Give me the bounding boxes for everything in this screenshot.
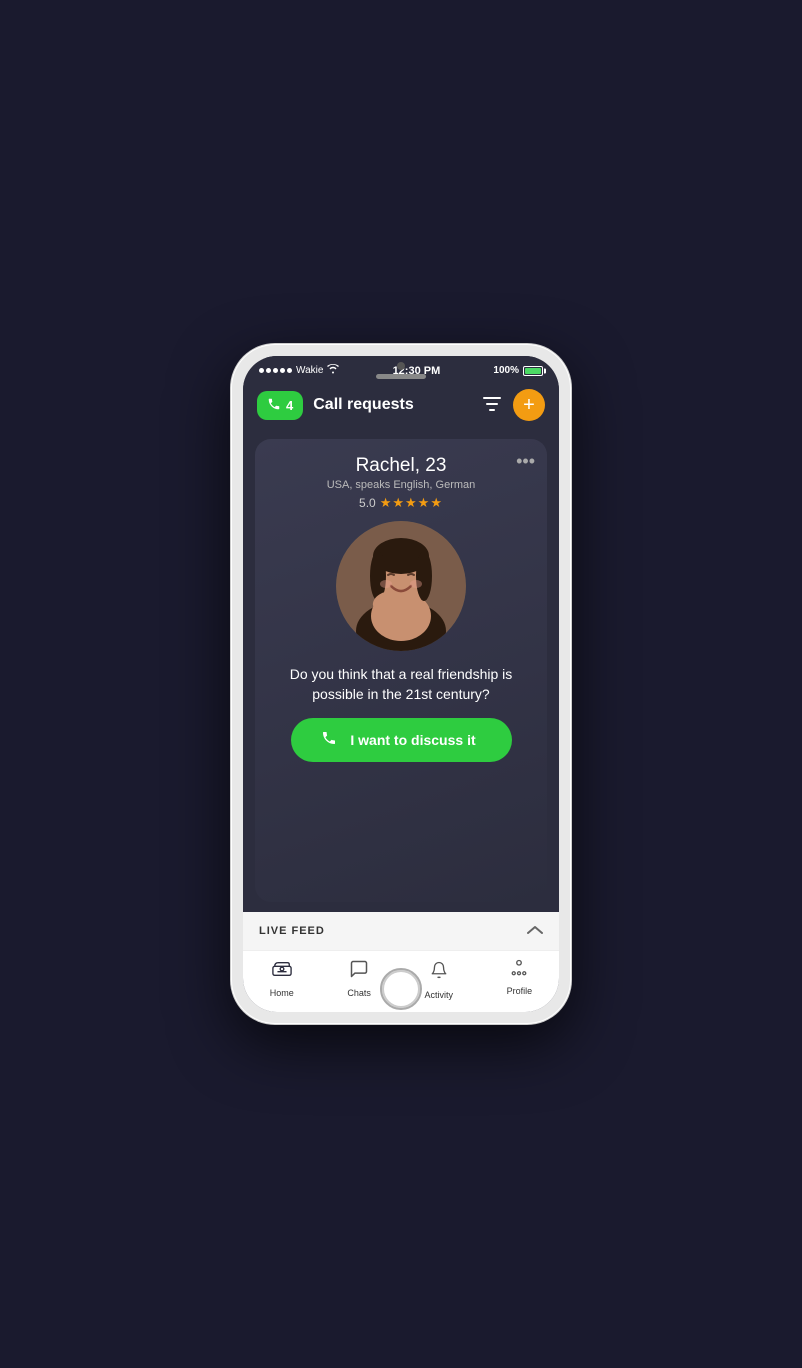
nav-chats[interactable]: Chats [347,959,371,1000]
add-button[interactable]: + [513,389,545,421]
nav-home[interactable]: Home [270,959,294,1000]
profile-rating: 5.0 ★★★★★ [359,495,443,511]
home-icon [271,959,293,985]
home-button[interactable] [380,968,422,1010]
profile-card: ••• Rachel, 23 USA, speaks English, Germ… [255,439,547,902]
nav-activity[interactable]: Activity [425,959,454,1000]
status-left: Wakie [259,364,339,377]
profile-avatar [336,521,466,651]
battery-icon [523,366,543,376]
profile-meta: USA, speaks English, German [327,479,476,491]
profile-icon [510,959,528,983]
filter-icon[interactable] [483,395,501,416]
nav-profile[interactable]: Profile [507,959,533,1000]
call-badge[interactable]: 4 [257,391,303,420]
live-feed-bar[interactable]: LIVE FEED [243,912,559,950]
profile-name: Rachel, 23 [356,455,447,476]
call-icon [321,730,337,750]
phone-screen: Wakie 12:30 PM 100% [243,356,559,1012]
badge-count: 4 [286,398,293,413]
profile-label: Profile [507,986,533,996]
front-camera [397,362,405,370]
battery-percent: 100% [493,365,519,376]
rating-number: 5.0 [359,496,376,510]
activity-icon [430,959,448,987]
live-feed-chevron [527,922,543,940]
activity-label: Activity [425,990,454,1000]
carrier-name: Wakie [296,365,323,376]
battery-fill [525,368,541,374]
header-bar: 4 Call requests + [243,381,559,429]
profile-age: , 23 [415,455,447,476]
phone-icon [267,397,281,414]
chats-icon [349,959,369,985]
status-right: 100% [493,365,543,376]
rating-stars: ★★★★★ [380,495,443,511]
wifi-icon [327,364,339,377]
signal-dots [259,368,292,373]
header-title: Call requests [313,396,483,414]
live-feed-label: LIVE FEED [259,925,325,937]
discuss-button[interactable]: I want to discuss it [291,718,512,762]
home-label: Home [270,988,294,998]
speaker [376,374,426,379]
profile-question: Do you think that a real friendship is p… [271,665,531,704]
discuss-btn-label: I want to discuss it [345,732,482,748]
chats-label: Chats [347,988,371,998]
phone-mockup: Wakie 12:30 PM 100% [231,344,571,1024]
more-options-button[interactable]: ••• [516,451,535,472]
profile-name-line: Rachel, 23 [356,455,447,477]
main-content: ••• Rachel, 23 USA, speaks English, Germ… [243,429,559,912]
phone-top-details [376,362,426,379]
avatar-image [336,521,466,651]
